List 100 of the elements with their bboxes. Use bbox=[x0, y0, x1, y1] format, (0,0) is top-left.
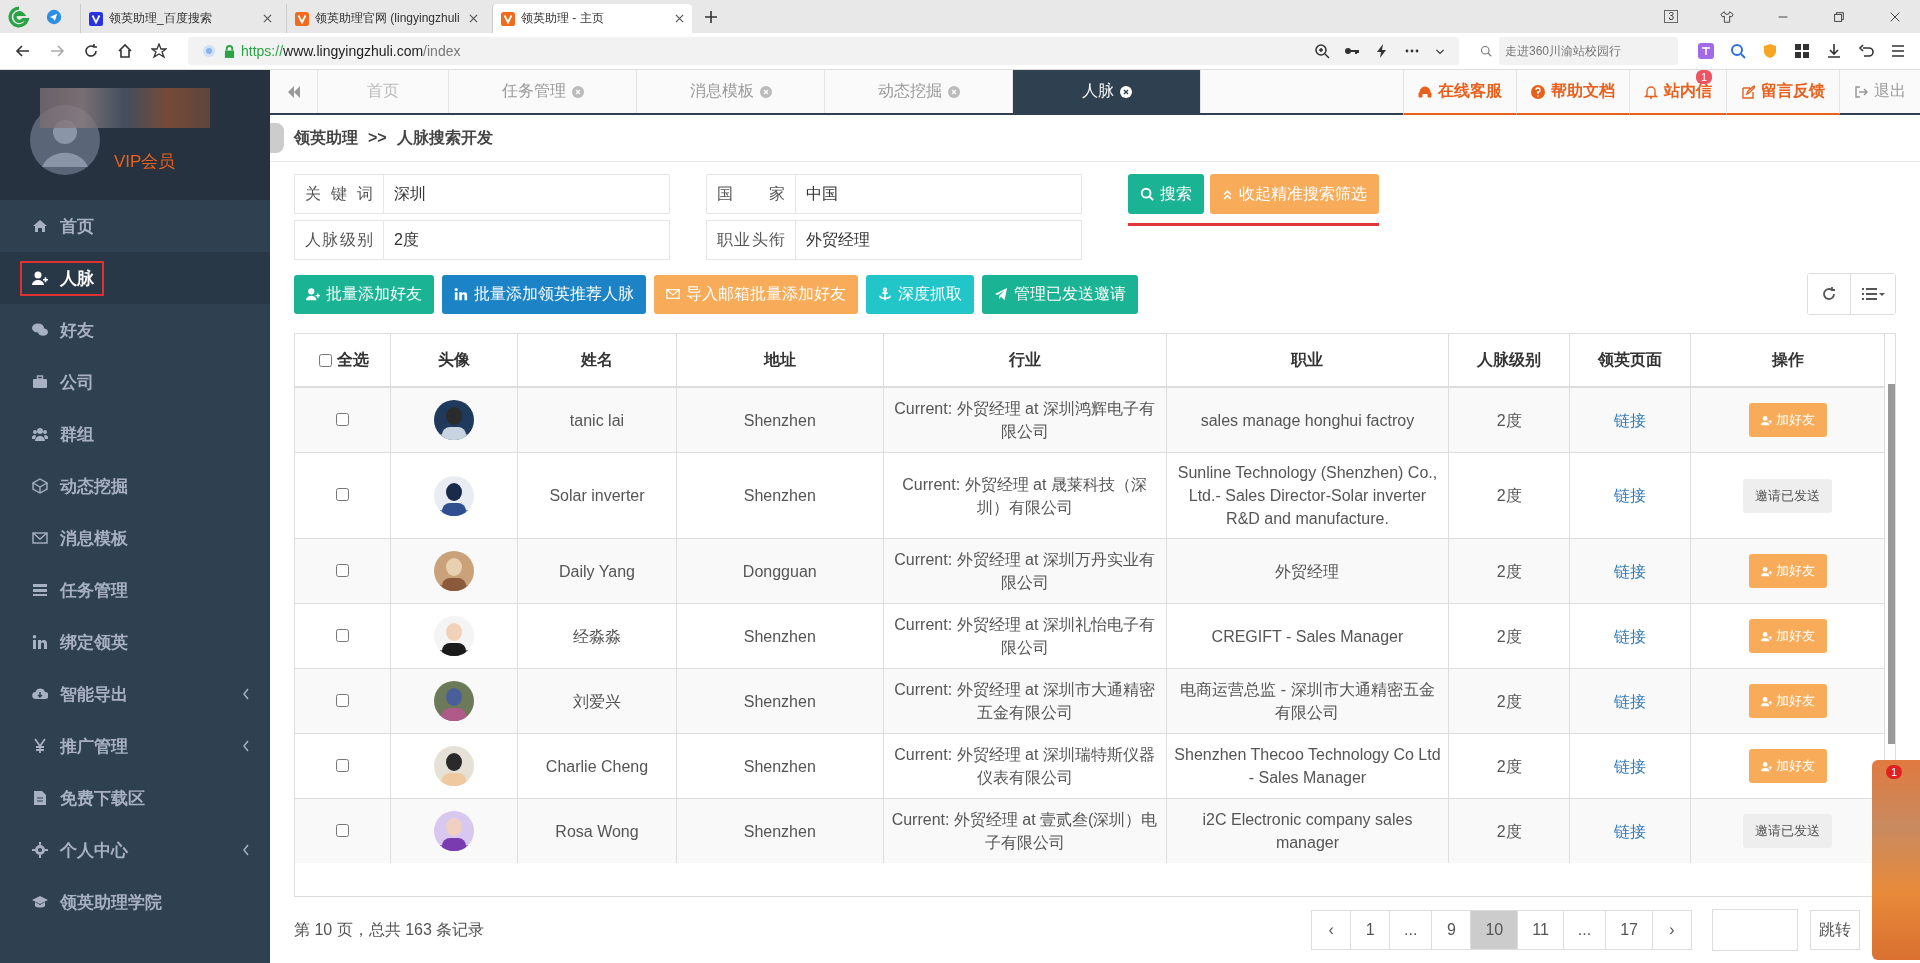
page-tab-label: 消息模板 bbox=[689, 81, 754, 101]
scrollbar[interactable] bbox=[1888, 384, 1895, 744]
sidebar-item[interactable]: 人脉 bbox=[0, 252, 270, 304]
filter-field[interactable]: 中国 bbox=[795, 174, 1082, 214]
home-icon[interactable] bbox=[117, 43, 133, 59]
invitation-sent-button[interactable]: 邀请已发送 bbox=[1743, 478, 1832, 513]
close-icon[interactable] bbox=[263, 14, 272, 23]
back-icon[interactable] bbox=[15, 43, 31, 59]
action-button[interactable]: 批量添加领英推荐人脉 bbox=[442, 274, 646, 314]
previous-page-button[interactable]: ‹ bbox=[1311, 910, 1352, 950]
user-plus-icon bbox=[1760, 565, 1772, 577]
profile-link[interactable]: 链接 bbox=[1614, 562, 1647, 580]
shirt-icon[interactable] bbox=[1720, 9, 1734, 24]
restore-icon[interactable] bbox=[1832, 9, 1846, 24]
sidebar-label: 智能导出 bbox=[60, 683, 128, 706]
send-icon[interactable] bbox=[46, 8, 62, 25]
filter-field[interactable]: 2度 bbox=[383, 220, 670, 260]
filter-field[interactable]: 深圳 bbox=[383, 174, 670, 214]
site-icon bbox=[295, 11, 309, 26]
row-checkbox[interactable] bbox=[336, 412, 350, 426]
row-checkbox[interactable] bbox=[336, 628, 350, 642]
header-link[interactable]: 站内信 1 bbox=[1629, 70, 1726, 115]
action-button[interactable]: 批量添加好友 bbox=[294, 274, 434, 314]
profile-link[interactable]: 链接 bbox=[1614, 757, 1647, 775]
row-checkbox[interactable] bbox=[336, 488, 350, 501]
profile-link[interactable]: 链接 bbox=[1614, 627, 1647, 645]
page-button[interactable]: ... bbox=[1389, 910, 1433, 950]
page-button[interactable]: 9 bbox=[1431, 910, 1472, 950]
menu-icon[interactable] bbox=[1890, 43, 1906, 59]
invitation-sent-button[interactable]: 邀请已发送 bbox=[1743, 814, 1832, 848]
sidebar-label: 任务管理 bbox=[60, 579, 128, 602]
double-arrow-left-icon bbox=[286, 85, 301, 98]
apps-icon[interactable] bbox=[1794, 43, 1810, 59]
browser-tab[interactable]: 领英助理 - 主页 bbox=[492, 4, 692, 33]
new-tab-icon[interactable] bbox=[704, 9, 718, 24]
bookmark-star-icon[interactable] bbox=[151, 43, 167, 59]
search-button[interactable]: 搜索 bbox=[1128, 174, 1204, 214]
action-icon bbox=[994, 287, 1008, 301]
column-list-button[interactable] bbox=[1850, 274, 1895, 314]
sidebar-label: 绑定领英 bbox=[60, 631, 128, 654]
chevron-left-icon bbox=[242, 844, 250, 856]
user-plus-icon bbox=[1760, 414, 1772, 426]
row-checkbox[interactable] bbox=[336, 823, 350, 837]
profile-link[interactable]: 链接 bbox=[1614, 692, 1647, 710]
industry-cell: Current: 外贸经理 at 深圳鸿辉电子有限公司 bbox=[883, 387, 1166, 453]
page-button[interactable]: 17 bbox=[1605, 910, 1653, 950]
user-plus-icon bbox=[32, 270, 48, 286]
search-icon[interactable] bbox=[1730, 43, 1746, 59]
page-tab-label: 人脉 bbox=[1081, 81, 1114, 101]
page-button[interactable]: 1 bbox=[1350, 910, 1391, 950]
page-tab[interactable]: 消息模板 bbox=[637, 70, 825, 113]
level-cell: 2度 bbox=[1448, 668, 1570, 734]
profile-link[interactable]: 链接 bbox=[1614, 411, 1647, 429]
logout-link[interactable]: 退出 bbox=[1839, 70, 1920, 115]
header-link[interactable]: 帮助文档 bbox=[1516, 70, 1629, 115]
row-checkbox[interactable] bbox=[336, 758, 350, 772]
sidebar-label: 领英助理学院 bbox=[60, 891, 162, 914]
close-icon[interactable] bbox=[675, 14, 684, 23]
select-all-checkbox[interactable] bbox=[319, 353, 333, 367]
browser-logo-icon[interactable] bbox=[8, 5, 30, 28]
filter-field[interactable]: 外贸经理 bbox=[795, 220, 1082, 260]
header-link-icon bbox=[1418, 84, 1432, 99]
download-icon[interactable] bbox=[1826, 43, 1842, 59]
page-tab-label: 任务管理 bbox=[501, 81, 566, 101]
address-field[interactable]: https://www.lingyingzhuli.com/index bbox=[188, 37, 1459, 65]
cap-icon bbox=[32, 894, 48, 910]
breadcrumb-link[interactable]: 领英助理 bbox=[294, 127, 358, 149]
next-page-button[interactable]: › bbox=[1652, 910, 1692, 950]
page-button[interactable]: 11 bbox=[1517, 910, 1564, 950]
zoom-icon[interactable] bbox=[1314, 43, 1330, 59]
page-summary: 第 10 页，总共 163 条记录 bbox=[294, 919, 485, 940]
filter-label: 国 家 bbox=[706, 174, 796, 214]
row-checkbox[interactable] bbox=[336, 693, 350, 707]
search-icon bbox=[1480, 45, 1492, 57]
reload-icon[interactable] bbox=[83, 43, 99, 59]
close-icon[interactable] bbox=[469, 14, 478, 23]
double-chevron-up-icon bbox=[1222, 188, 1233, 200]
page-tab[interactable]: 人脉 bbox=[1013, 70, 1201, 113]
refresh-icon bbox=[1821, 286, 1837, 302]
header-link[interactable]: 在线客服 bbox=[1403, 70, 1516, 115]
browser-search-field[interactable]: 走进360川渝站校园行 bbox=[1499, 37, 1678, 65]
jump-button[interactable]: 跳转 bbox=[1810, 910, 1860, 950]
profile-link[interactable]: 链接 bbox=[1614, 822, 1647, 840]
page-number-field[interactable] bbox=[1712, 909, 1798, 951]
close-icon[interactable] bbox=[1119, 85, 1132, 98]
page-button[interactable]: ... bbox=[1562, 910, 1607, 950]
action-button[interactable]: 管理已发送邀请 bbox=[982, 274, 1138, 314]
translate-icon[interactable] bbox=[1698, 43, 1714, 59]
undo-icon[interactable] bbox=[1858, 43, 1874, 59]
yen-icon bbox=[32, 738, 48, 754]
page-button[interactable]: 10 bbox=[1470, 910, 1519, 950]
chat-icon bbox=[32, 322, 48, 338]
header-link[interactable]: 留言反馈 bbox=[1726, 70, 1839, 115]
window-count-badge[interactable]: 3 bbox=[1664, 10, 1678, 23]
page-tab[interactable]: 任务管理 bbox=[449, 70, 637, 113]
sidebar-toggle-tab[interactable] bbox=[270, 123, 284, 153]
sidebar-label: 免费下载区 bbox=[60, 787, 145, 810]
location-cell: Dongguan bbox=[676, 538, 884, 604]
row-checkbox[interactable] bbox=[336, 563, 350, 577]
profile-link[interactable]: 链接 bbox=[1614, 487, 1647, 504]
